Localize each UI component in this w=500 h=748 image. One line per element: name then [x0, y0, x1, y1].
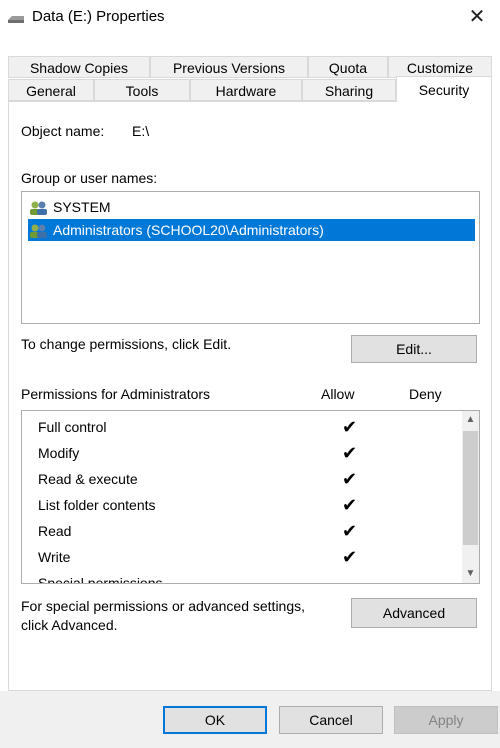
list-item-system[interactable]: SYSTEM — [28, 196, 111, 218]
permission-row: Write ✔ — [38, 545, 438, 571]
window-title: Data (E:) Properties — [32, 8, 165, 25]
tab-sharing[interactable]: Sharing — [302, 79, 396, 101]
tab-previous-versions[interactable]: Previous Versions — [150, 56, 308, 78]
apply-button[interactable]: Apply — [394, 706, 498, 734]
permission-name: Read — [38, 523, 72, 539]
tab-tools[interactable]: Tools — [94, 79, 190, 101]
list-item-label: Administrators (SCHOOL20\Administrators) — [53, 222, 324, 238]
scrollbar[interactable]: ▲ ▼ — [462, 411, 479, 583]
users-icon — [30, 201, 47, 216]
permission-row: Read ✔ — [38, 519, 438, 545]
object-name-label: Object name: — [21, 123, 105, 139]
permission-row: Read & execute ✔ — [38, 467, 438, 493]
object-name-value: E:\ — [132, 123, 150, 139]
permission-name: Modify — [38, 445, 80, 461]
cancel-button[interactable]: Cancel — [279, 706, 383, 734]
tab-security[interactable]: Security — [396, 76, 492, 102]
check-icon: ✔ — [342, 469, 358, 489]
tab-shadow-copies[interactable]: Shadow Copies — [8, 56, 150, 78]
permission-name: Write — [38, 549, 71, 565]
permission-row: List folder contents ✔ — [38, 493, 438, 519]
deny-header: Deny — [409, 386, 442, 402]
check-icon: ✔ — [342, 495, 358, 515]
permission-name: Read & execute — [38, 471, 138, 487]
permission-row: Full control ✔ — [38, 415, 438, 441]
advanced-button[interactable]: Advanced — [351, 598, 477, 628]
close-button[interactable]: ✕ — [454, 0, 500, 36]
permission-name: List folder contents — [38, 497, 156, 513]
check-icon: ✔ — [342, 417, 358, 437]
scroll-thumb[interactable] — [463, 431, 478, 545]
group-user-list[interactable]: SYSTEM Administrators (SCHOOL20\Administ… — [21, 191, 480, 324]
tab-customize[interactable]: Customize — [388, 56, 492, 78]
permission-row: Special permissions — [38, 571, 438, 584]
check-icon: ✔ — [342, 443, 358, 463]
ok-button[interactable]: OK — [163, 706, 267, 734]
permission-row: Modify ✔ — [38, 441, 438, 467]
tab-general[interactable]: General — [8, 79, 94, 101]
advanced-text-line2: click Advanced. — [21, 617, 118, 633]
change-permissions-text: To change permissions, click Edit. — [21, 336, 232, 352]
permissions-list[interactable]: Full control ✔ Modify ✔ Read & execute ✔… — [21, 410, 480, 584]
title-bar: Data (E:) Properties ✕ — [0, 0, 500, 36]
drive-icon — [8, 16, 24, 23]
check-icon: ✔ — [342, 547, 358, 567]
advanced-text-line1: For special permissions or advanced sett… — [21, 598, 306, 614]
allow-header: Allow — [321, 386, 355, 402]
permission-name: Special permissions — [38, 575, 163, 584]
scroll-down-icon[interactable]: ▼ — [462, 565, 479, 583]
check-icon: ✔ — [342, 521, 358, 541]
groups-label: Group or user names: — [21, 170, 158, 186]
list-item-label: SYSTEM — [53, 199, 111, 215]
edit-button[interactable]: Edit... — [351, 335, 477, 363]
users-icon — [30, 224, 47, 239]
permissions-label: Permissions for Administrators — [21, 386, 211, 402]
list-item-administrators[interactable]: Administrators (SCHOOL20\Administrators) — [28, 219, 475, 241]
tab-hardware[interactable]: Hardware — [190, 79, 302, 101]
close-icon: ✕ — [468, 6, 486, 28]
scroll-up-icon[interactable]: ▲ — [462, 411, 479, 429]
tab-quota[interactable]: Quota — [308, 56, 388, 78]
permission-name: Full control — [38, 419, 107, 435]
